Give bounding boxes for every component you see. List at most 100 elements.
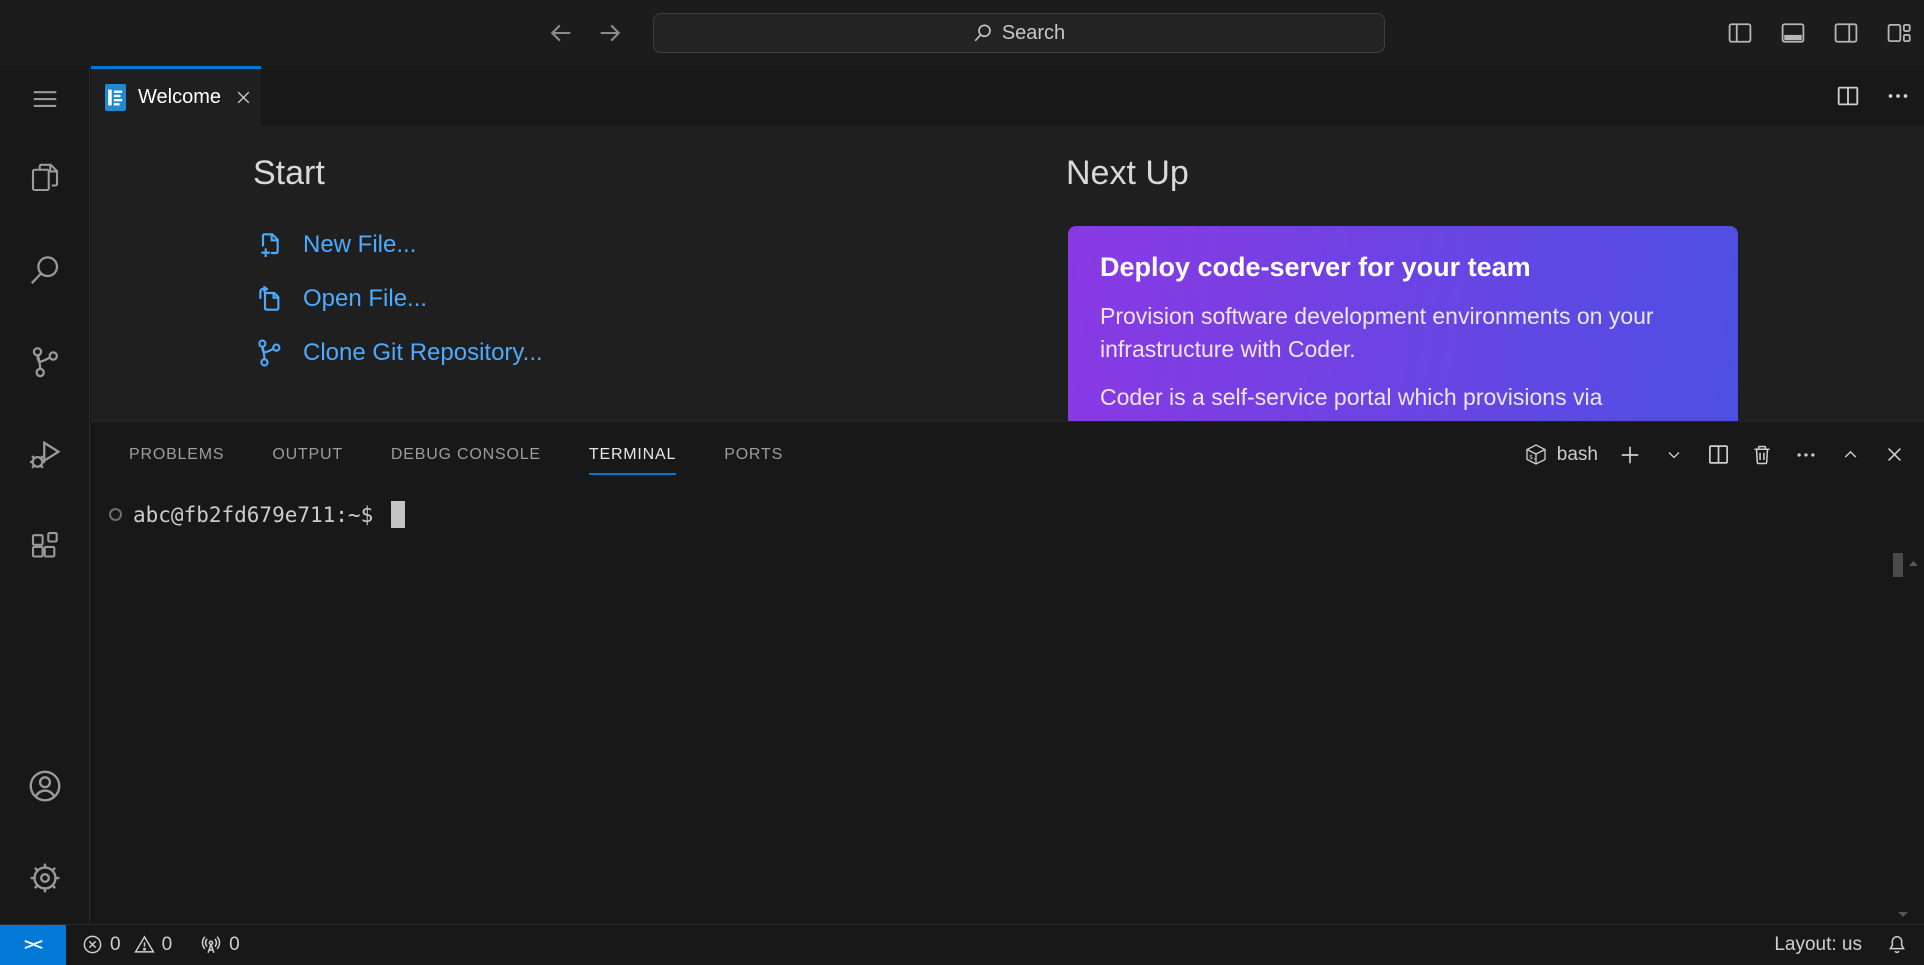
start-heading: Start [253, 154, 543, 193]
panel-header: PROBLEMS OUTPUT DEBUG CONSOLE TERMINAL P… [91, 422, 1924, 487]
deploy-code-server-card[interactable]: Deploy code-server for your team Provisi… [1068, 226, 1738, 421]
account-icon [26, 767, 64, 805]
new-file-link[interactable]: New File... [253, 229, 543, 261]
ports-count: 0 [229, 934, 240, 956]
panel-tab-output[interactable]: OUTPUT [272, 422, 343, 487]
bottom-panel: PROBLEMS OUTPUT DEBUG CONSOLE TERMINAL P… [91, 421, 1924, 924]
toggle-primary-sidebar-icon[interactable] [1727, 20, 1753, 46]
layout-controls [1727, 0, 1912, 66]
keyboard-layout-status[interactable]: Layout: us [1774, 934, 1862, 956]
git-branch-icon [27, 344, 63, 380]
search-icon [973, 23, 993, 43]
warning-count: 0 [162, 934, 173, 956]
sidebar-item-source-control[interactable] [0, 316, 90, 408]
nav-forward-button[interactable] [594, 17, 626, 49]
files-icon [27, 160, 63, 196]
split-editor-icon[interactable] [1836, 84, 1860, 108]
panel-tabs: PROBLEMS OUTPUT DEBUG CONSOLE TERMINAL P… [129, 422, 783, 487]
extensions-icon [27, 528, 63, 564]
gear-icon [26, 859, 64, 897]
next-up-section: Next Up [1066, 154, 1189, 193]
customize-layout-icon[interactable] [1886, 20, 1912, 46]
tab-welcome[interactable]: Welcome [91, 66, 261, 126]
sidebar-item-run-debug[interactable] [0, 408, 90, 500]
editor-tab-bar: Welcome [91, 66, 1924, 126]
terminal-dropdown-icon[interactable] [1662, 443, 1686, 467]
error-icon [82, 934, 103, 955]
hamburger-menu-icon [30, 84, 60, 114]
run-and-debug-icon [27, 436, 63, 472]
new-file-icon [253, 229, 285, 261]
tab-close-icon[interactable] [235, 87, 252, 109]
open-file-icon [253, 283, 285, 315]
card-title: Deploy code-server for your team [1100, 252, 1706, 283]
next-up-heading: Next Up [1066, 154, 1189, 193]
nav-back-button[interactable] [545, 17, 577, 49]
clone-git-repo-link[interactable]: Clone Git Repository... [253, 337, 543, 369]
card-paragraph-2: Coder is a self-service portal which pro… [1100, 381, 1706, 421]
kill-terminal-icon[interactable] [1750, 443, 1774, 467]
panel-scroll-decoration [1898, 912, 1908, 917]
terminal-toolbar: $, bash [1524, 422, 1906, 487]
svg-text:$,: $, [1529, 453, 1537, 461]
clone-git-repo-label: Clone Git Repository... [303, 339, 543, 367]
open-file-link[interactable]: Open File... [253, 283, 543, 315]
sidebar-item-search[interactable] [0, 224, 90, 316]
arrow-left-icon [547, 19, 575, 47]
title-bar: Search [0, 0, 1924, 66]
split-terminal-icon[interactable] [1706, 443, 1730, 467]
editor-welcome-page: Start New File... Open File... Clone Git… [91, 126, 1924, 421]
search-placeholder: Search [1002, 22, 1065, 45]
sidebar-item-explorer[interactable] [0, 132, 90, 224]
command-decoration-icon [109, 508, 122, 521]
toggle-panel-icon[interactable] [1780, 20, 1806, 46]
settings-button[interactable] [0, 832, 90, 924]
panel-tab-ports[interactable]: PORTS [724, 422, 783, 487]
card-paragraph-2-visible: Coder is a self-service portal which pro… [1100, 384, 1602, 410]
start-list: New File... Open File... Clone Git Repos… [253, 229, 543, 369]
more-actions-icon[interactable] [1886, 84, 1910, 108]
terminal-prompt: abc@fb2fd679e711:~$ [133, 503, 373, 527]
warning-icon [134, 934, 155, 955]
search-input[interactable]: Search [653, 13, 1385, 53]
start-section: Start New File... Open File... Clone Git… [253, 154, 543, 369]
status-bar: >< 0 0 0 Layout: us [0, 924, 1924, 964]
bash-terminal-icon: $, [1524, 443, 1548, 467]
tab-label: Welcome [138, 86, 221, 109]
new-file-label: New File... [303, 231, 416, 259]
status-bar-right: Layout: us [1774, 934, 1924, 956]
toggle-secondary-sidebar-icon[interactable] [1833, 20, 1859, 46]
search-magnifier-icon [27, 252, 63, 288]
panel-more-actions-icon[interactable] [1794, 443, 1818, 467]
terminal-content[interactable]: abc@fb2fd679e711:~$ [91, 487, 1924, 925]
terminal-scrollbar-thumb[interactable] [1893, 553, 1903, 577]
ports-status[interactable]: 0 [200, 934, 240, 956]
shell-label: bash [1557, 444, 1598, 466]
panel-tab-terminal[interactable]: TERMINAL [589, 422, 676, 487]
new-terminal-icon[interactable] [1618, 443, 1642, 467]
menu-button[interactable] [0, 66, 90, 132]
remote-indicator[interactable]: >< [0, 925, 66, 965]
remote-icon: >< [24, 935, 42, 955]
panel-tab-problems[interactable]: PROBLEMS [129, 422, 224, 487]
card-paragraph-1: Provision software development environme… [1100, 300, 1706, 366]
terminal-cursor [391, 501, 405, 528]
arrow-right-icon [596, 19, 624, 47]
panel-tab-debug-console[interactable]: DEBUG CONSOLE [391, 422, 541, 487]
shell-selector[interactable]: $, bash [1524, 443, 1598, 467]
welcome-tab-icon [105, 84, 126, 111]
overview-ruler-decoration [1909, 561, 1918, 566]
close-panel-icon[interactable] [1882, 443, 1906, 467]
open-file-label: Open File... [303, 285, 427, 313]
editor-actions [1836, 66, 1910, 126]
notifications-bell-icon[interactable] [1886, 934, 1908, 956]
problems-status[interactable]: 0 0 [82, 934, 172, 956]
maximize-panel-icon[interactable] [1838, 443, 1862, 467]
activity-bar [0, 66, 90, 924]
git-clone-icon [253, 337, 285, 369]
terminal-prompt-row: abc@fb2fd679e711:~$ [109, 501, 1924, 528]
sidebar-item-extensions[interactable] [0, 500, 90, 592]
radio-tower-icon [200, 934, 222, 956]
error-count: 0 [110, 934, 121, 956]
account-button[interactable] [0, 740, 90, 832]
